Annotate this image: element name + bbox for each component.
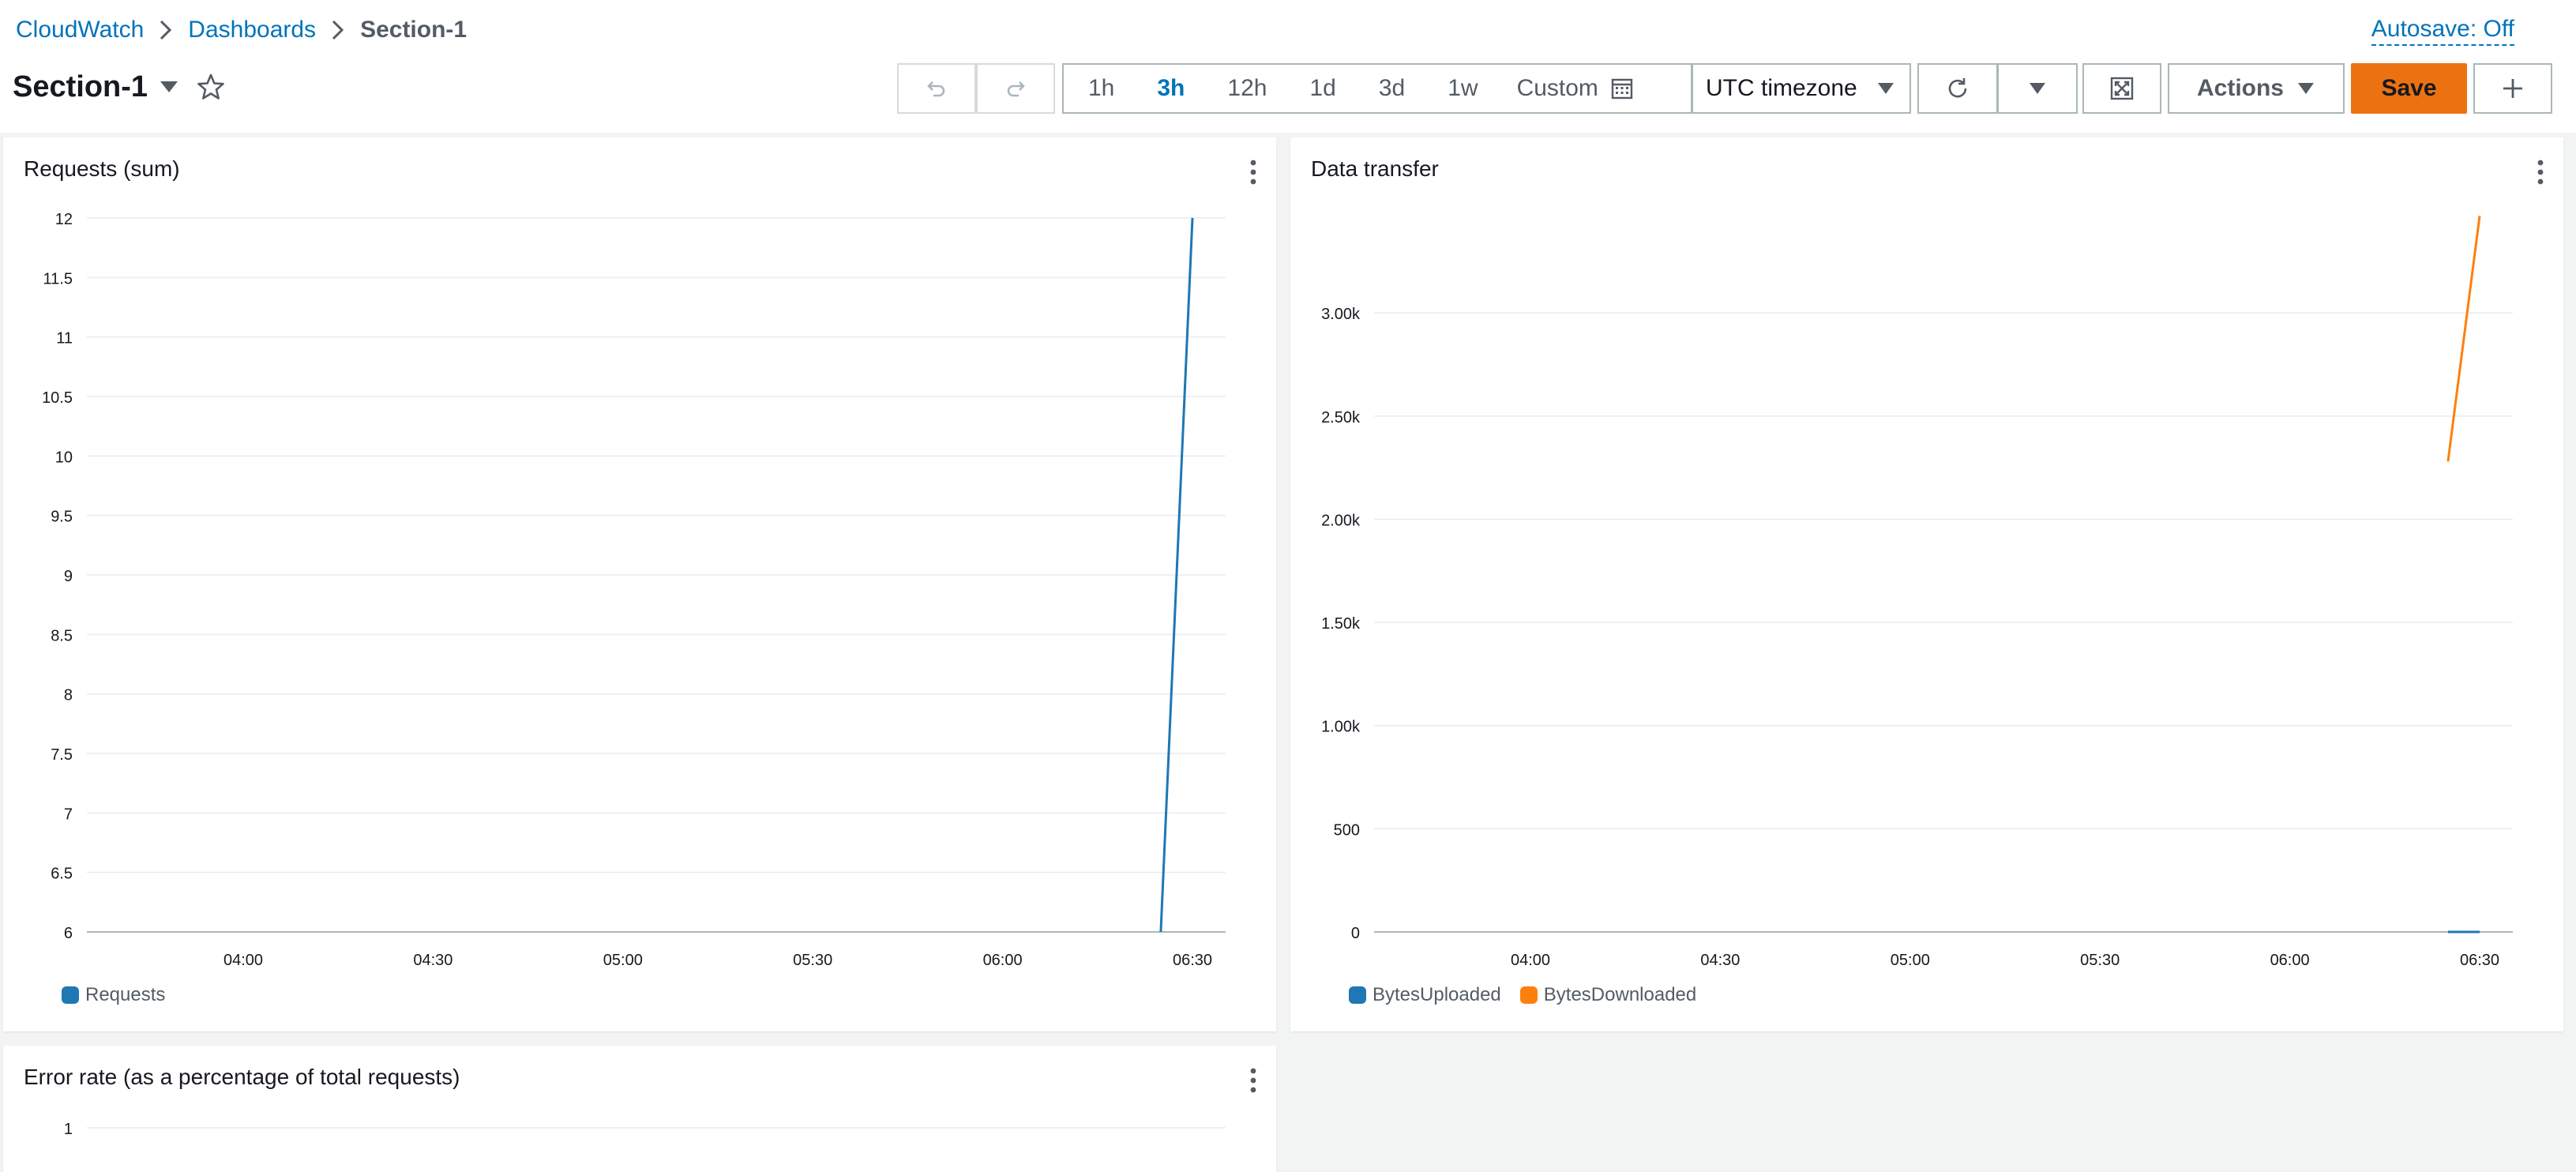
undo-icon [927, 81, 945, 97]
y-tick-label: 1.00k [1321, 719, 1361, 736]
series-line-bytesdownloaded[interactable] [2446, 216, 2481, 462]
y-tick-label: 7.5 [51, 746, 73, 764]
y-tick-label: 0 [1351, 925, 1360, 942]
calendar-icon [1611, 78, 1633, 100]
caret-down-icon [2030, 83, 2045, 94]
time-range-3d[interactable]: 3d [1357, 65, 1426, 112]
timezone-select[interactable]: UTC timezone [1692, 63, 1911, 114]
widget-requests: Requests (sum) 6 6.5 7 7.5 8 8.5 9 9.5 10 10.5 11 1… [3, 137, 1276, 1031]
requests-chart: 6 6.5 7 7.5 8 8.5 9 9.5 10 10.5 11 11.5 12 04:00 04:30… [42, 211, 1226, 969]
y-tick-label: 1.50k [1321, 615, 1361, 633]
legend-label: Requests [85, 984, 166, 1005]
x-tick-label: 06:30 [1173, 952, 1212, 969]
plus-icon [2503, 79, 2522, 98]
x-tick-label: 05:00 [1891, 952, 1930, 969]
y-tick-label: 500 [1334, 821, 1360, 839]
custom-range-button[interactable]: Custom [1500, 65, 1635, 112]
timezone-value: UTC timezone [1706, 75, 1857, 101]
breadcrumb-dashboards[interactable]: Dashboards [188, 17, 316, 43]
chevron-right-icon [316, 13, 360, 47]
y-tick-label: 3.00k [1321, 306, 1361, 323]
x-tick-label: 04:00 [223, 952, 263, 969]
error-rate-chart: 1 [64, 1121, 1226, 1138]
widget-error-rate: Error rate (as a percentage of total req… [3, 1046, 1276, 1172]
legend-swatch [1349, 986, 1366, 1004]
widget-data-transfer: Data transfer 0 500 1.00k 1.50k 2.00k 2.50k 3.… [1290, 137, 2563, 1031]
breadcrumb: CloudWatch Dashboards Section-1 [16, 13, 467, 47]
autosave-toggle[interactable]: Autosave: Off [2371, 16, 2514, 46]
y-tick-label: 12 [55, 211, 73, 228]
breadcrumb-current: Section-1 [360, 17, 468, 43]
legend-label: BytesDownloaded [1543, 984, 1697, 1005]
save-button[interactable]: Save [2351, 63, 2467, 114]
x-tick-label: 06:00 [983, 952, 1023, 969]
legend-label: BytesUploaded [1372, 984, 1501, 1005]
refresh-button[interactable] [1917, 63, 1998, 114]
x-tick-label: 04:30 [413, 952, 452, 969]
title-row: Section-1 [13, 63, 225, 111]
refresh-icon [1948, 78, 1967, 98]
legend-item-bytes-downloaded[interactable]: BytesDownloaded [1519, 984, 1697, 1006]
refresh-options-dropdown[interactable] [1997, 63, 2078, 114]
x-tick-label: 05:00 [603, 952, 643, 969]
time-range-selector: 1h 3h 12h 1d 3d 1w Custom [1062, 63, 1692, 114]
breadcrumb-cloudwatch[interactable]: CloudWatch [16, 17, 144, 43]
y-tick-label: 1 [64, 1121, 73, 1138]
chart-legend: BytesUploaded BytesDownloaded [1349, 984, 1715, 1006]
y-tick-label: 8.5 [51, 627, 73, 644]
caret-down-icon [2298, 83, 2314, 94]
fullscreen-button[interactable] [2082, 63, 2161, 114]
time-range-3h[interactable]: 3h [1136, 65, 1206, 112]
page-title: Section-1 [13, 69, 148, 103]
add-widget-button[interactable] [2473, 63, 2552, 114]
x-tick-label: 06:00 [2270, 952, 2310, 969]
redo-button[interactable] [976, 63, 1055, 114]
x-tick-label: 04:30 [1700, 952, 1740, 969]
chevron-right-icon [144, 13, 188, 47]
y-tick-label: 8 [64, 687, 73, 704]
data-transfer-chart: 0 500 1.00k 1.50k 2.00k 2.50k 3.00k 04:00 04:30 0… [1321, 216, 2513, 969]
x-tick-label: 06:30 [2460, 952, 2499, 969]
y-tick-label: 2.50k [1321, 409, 1361, 426]
legend-item-bytes-uploaded[interactable]: BytesUploaded [1349, 984, 1501, 1006]
time-range-1d[interactable]: 1d [1288, 65, 1357, 112]
y-tick-label: 6.5 [51, 866, 73, 883]
legend-swatch [1519, 986, 1538, 1004]
y-tick-label: 11.5 [43, 270, 73, 287]
dashboard-header: CloudWatch Dashboards Section-1 Autosave… [0, 0, 2576, 133]
custom-range-label: Custom [1516, 75, 1598, 101]
y-tick-label: 9.5 [51, 509, 73, 526]
legend-swatch [62, 986, 79, 1004]
x-tick-label: 05:30 [2080, 952, 2120, 969]
y-tick-label: 11 [56, 330, 73, 347]
y-tick-label: 9 [64, 568, 73, 585]
caret-down-icon [1878, 83, 1894, 94]
y-tick-label: 10 [55, 449, 73, 466]
x-tick-label: 05:30 [793, 952, 832, 969]
time-range-1h[interactable]: 1h [1064, 65, 1136, 112]
actions-button[interactable]: Actions [2168, 63, 2345, 114]
redo-icon [1007, 81, 1025, 97]
legend-item-requests[interactable]: Requests [62, 984, 165, 1006]
fullscreen-icon [2110, 77, 2134, 100]
chart-legend: Requests [62, 984, 184, 1006]
y-tick-label: 2.00k [1321, 512, 1361, 529]
undo-button[interactable] [897, 63, 976, 114]
caret-down-icon[interactable] [159, 79, 179, 95]
y-tick-label: 10.5 [42, 389, 73, 407]
star-icon[interactable] [197, 73, 225, 101]
x-tick-label: 04:00 [1511, 952, 1550, 969]
y-tick-label: 6 [64, 925, 73, 942]
y-tick-label: 7 [64, 806, 73, 823]
actions-label: Actions [2196, 75, 2284, 101]
time-range-1w[interactable]: 1w [1426, 65, 1499, 112]
time-range-12h[interactable]: 12h [1206, 65, 1288, 112]
